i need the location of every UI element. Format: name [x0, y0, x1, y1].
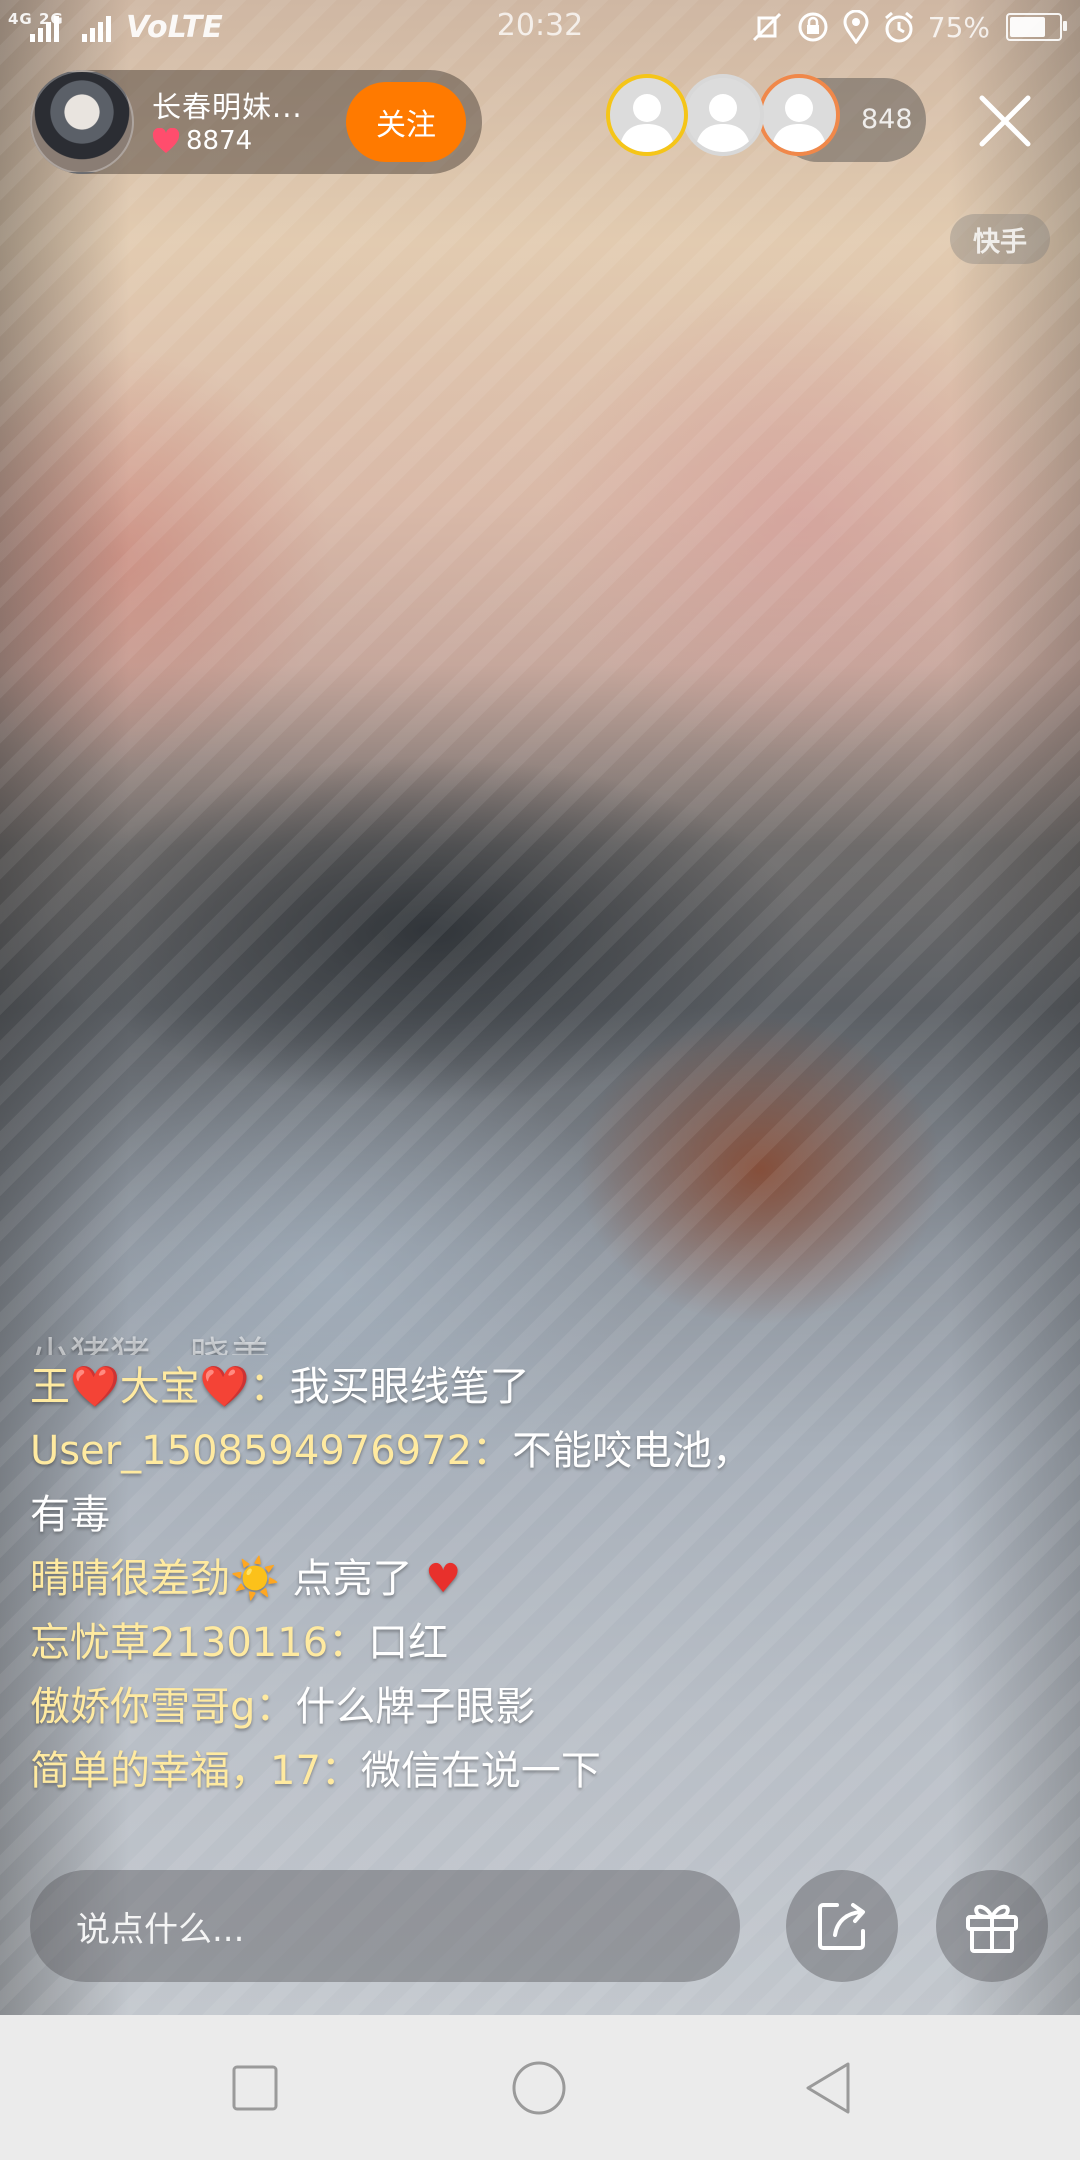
chat-message: 王❤️大宝❤️：我买眼线笔了: [30, 1355, 790, 1419]
heart-icon: ♥: [425, 1556, 462, 1602]
default-avatar-icon: [619, 94, 675, 152]
streamer-name[interactable]: 长春明妹...: [152, 84, 303, 126]
gift-icon: [966, 1904, 1018, 1953]
vibrate-off-icon: [752, 12, 781, 42]
alarm-icon: [884, 11, 913, 43]
chat-username[interactable]: 简单的幸福，17：: [30, 1748, 361, 1794]
chat-message: 简单的幸福，17：微信在说一下: [30, 1739, 790, 1803]
likes-count: 8874: [186, 126, 253, 156]
heart-icon: [152, 128, 180, 153]
live-stream-screen: 4G 2G VoLTE 20:32 75% 长春明妹... 8874 关注 84…: [0, 0, 1080, 2160]
chat-username[interactable]: 晴晴很差劲☀️: [30, 1556, 280, 1602]
chat-text: 我买眼线笔了: [289, 1364, 530, 1410]
chat-text: 口红: [368, 1620, 449, 1666]
viewer-avatar[interactable]: [758, 74, 840, 156]
status-icons: 75%: [750, 10, 1067, 44]
chat-username[interactable]: 傲娇你雪哥g：: [30, 1684, 295, 1730]
viewer-avatar[interactable]: [606, 74, 688, 156]
chat-text: 点亮了: [279, 1556, 426, 1602]
likes-count-row: 8874: [152, 126, 252, 156]
comment-input[interactable]: 说点什么...: [30, 1870, 740, 1982]
streamer-card[interactable]: 长春明妹... 8874 关注: [30, 70, 482, 174]
navigation-bar: [0, 2015, 1080, 2160]
battery-percentage: 75%: [927, 10, 990, 44]
chat-username[interactable]: User_1508594976972：: [30, 1428, 512, 1474]
default-avatar-icon: [695, 94, 751, 152]
share-button[interactable]: [786, 1870, 898, 1982]
circle-icon: [512, 2061, 566, 2115]
rotation-lock-icon: [798, 12, 828, 42]
chat-feed[interactable]: 小猪猪、晓美 王❤️大宝❤️：我买眼线笔了 User_1508594976972…: [30, 1334, 790, 1803]
square-icon: [232, 2065, 278, 2111]
chat-text: 什么牌子眼影: [295, 1684, 536, 1730]
chat-username[interactable]: 忘忧草2130116：: [30, 1620, 368, 1666]
streamer-avatar[interactable]: [30, 70, 134, 174]
chat-text: 微信在说一下: [360, 1748, 601, 1794]
back-button[interactable]: [796, 2055, 862, 2121]
status-bar: 4G 2G VoLTE 20:32 75%: [0, 0, 1080, 56]
chat-message: 傲娇你雪哥g：什么牌子眼影: [30, 1675, 790, 1739]
triangle-back-icon: [806, 2062, 850, 2114]
home-button[interactable]: [506, 2055, 572, 2121]
recent-apps-button[interactable]: [222, 2055, 288, 2121]
share-icon: [818, 1903, 865, 1950]
viewer-avatar[interactable]: [682, 74, 764, 156]
viewer-list[interactable]: 848: [606, 72, 946, 168]
battery-level: [1010, 17, 1045, 37]
follow-button[interactable]: 关注: [346, 82, 466, 162]
kuaishou-watermark: 快手: [950, 214, 1050, 264]
location-icon: [843, 10, 869, 44]
battery-icon: [1006, 13, 1067, 41]
default-avatar-icon: [771, 94, 827, 152]
viewer-count[interactable]: 848: [861, 104, 913, 135]
chat-message: 忘忧草2130116：口红: [30, 1611, 790, 1675]
chat-message: User_1508594976972：不能咬电池，有毒: [30, 1419, 790, 1547]
gift-button[interactable]: [936, 1870, 1048, 1982]
close-icon[interactable]: [970, 86, 1040, 156]
chat-message-partial: 小猪猪、晓美: [30, 1325, 790, 1355]
chat-message: 晴晴很差劲☀️ 点亮了 ♥: [30, 1547, 790, 1611]
chat-username[interactable]: 王❤️大宝❤️：: [30, 1364, 290, 1410]
